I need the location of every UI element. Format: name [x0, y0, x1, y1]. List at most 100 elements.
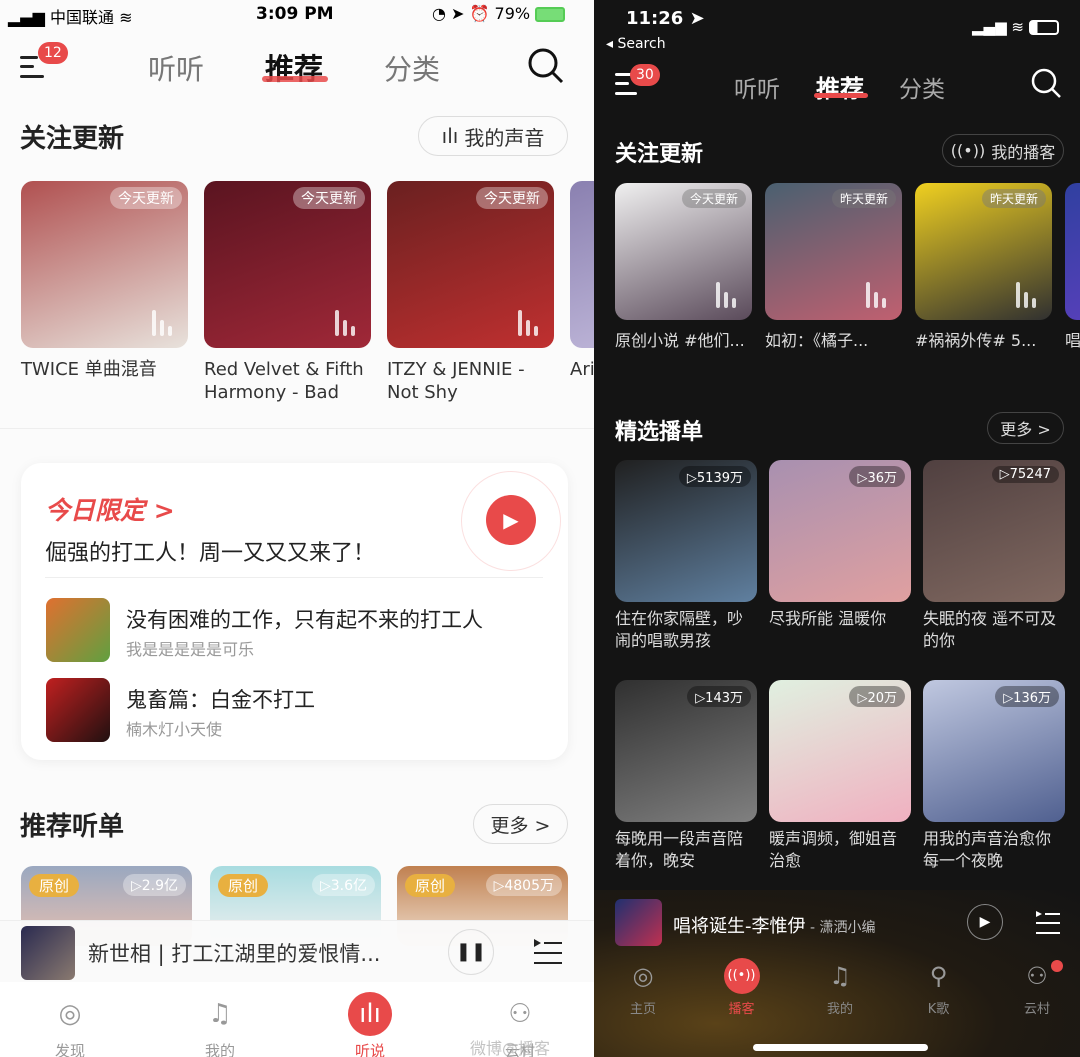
episode-title[interactable]: 鬼畜篇：白金不打工 [126, 684, 315, 714]
follow-card-label[interactable]: ITZY & JENNIE - Not Shy [387, 358, 552, 404]
more-button[interactable]: 更多 > [473, 804, 568, 844]
playlist-icon[interactable] [1035, 910, 1061, 936]
podcast-icon: ((•)) [723, 958, 760, 994]
play-button[interactable]: ▶ [967, 904, 1003, 940]
original-tag: 原创 [405, 874, 456, 897]
follow-card-label[interactable]: Red Velvet & Fifth Harmony - Bad [204, 358, 369, 404]
follow-card[interactable]: 今天更新 [204, 181, 371, 348]
tab-category[interactable]: 分类 [899, 70, 945, 104]
episode-title[interactable]: 没有困难的工作，只有起不来的打工人 [126, 604, 483, 634]
today-limited-link[interactable]: 今日限定 > [45, 491, 175, 527]
play-button[interactable]: ▶ [486, 495, 536, 545]
episode-cover[interactable] [46, 678, 110, 742]
tab-listen[interactable]: 听听 [734, 70, 780, 104]
tab-2[interactable]: ♫ 我的 [800, 958, 880, 1017]
playlist-label[interactable]: 住在你家隔壁，吵闹的唱歌男孩 [615, 608, 757, 652]
now-playing-author: - 潇洒小编 [805, 920, 876, 936]
home-indicator[interactable] [753, 1044, 928, 1051]
tab-1[interactable]: ♫ 我的 [180, 992, 260, 1057]
soundwave-icon [152, 310, 174, 336]
tab-0[interactable]: ◎ 发现 [30, 992, 110, 1057]
follow-card-label[interactable]: 唱 [1065, 327, 1080, 351]
follow-card[interactable]: 今天更新 [387, 181, 554, 348]
tab-listen[interactable]: 听听 [148, 48, 204, 88]
back-to-search-link[interactable]: ◂ Search [606, 36, 666, 52]
soundwave-icon [716, 282, 738, 308]
today-limited-card[interactable]: 今日限定 > 倔强的打工人！周一又又又来了！ ▶ 没有困难的工作，只有起不来的打… [21, 463, 568, 760]
tab-label: 我的 [204, 1042, 235, 1057]
episode-cover[interactable] [46, 598, 110, 662]
soundwave-icon [335, 310, 357, 336]
section-title-recommend: 推荐听单 [20, 812, 125, 842]
follow-card-label[interactable]: 如初：《橘子... [765, 327, 868, 351]
podcast-playlist-card[interactable]: ▷36万 [769, 460, 911, 602]
soundwave-icon [1016, 282, 1038, 308]
tab-1[interactable]: ((•)) 播客 [702, 958, 782, 1017]
tab-0[interactable]: ◎ 主页 [603, 958, 683, 1017]
now-playing-title: 新世相 | 打工江湖里的爱恨情... [88, 942, 381, 966]
netease-logo-icon: ◎ [632, 962, 654, 990]
playlist-label[interactable]: 每晚用一段声音陪着你，晚安 [615, 828, 757, 872]
podcast-playlist-card[interactable]: ▷136万 [923, 680, 1065, 822]
tab-category[interactable]: 分类 [384, 48, 440, 88]
play-count: ▷3.6亿 [311, 874, 375, 896]
follow-card[interactable] [1065, 183, 1080, 320]
follow-card[interactable]: 今天更新 [615, 183, 752, 320]
today-title: 倔强的打工人！周一又又又来了！ [45, 541, 376, 566]
update-tag: 今天更新 [476, 187, 548, 209]
mini-player[interactable]: 唱将诞生-李惟伊 - 潇洒小编 ▶ [594, 890, 1080, 952]
follow-card[interactable]: 昨天更新 [915, 183, 1052, 320]
netease-logo-icon: ◎ [58, 999, 82, 1029]
playlist-label[interactable]: 用我的声音治愈你每一个夜晚 [923, 828, 1065, 872]
podcast-playlist-card[interactable]: ▷5139万 [615, 460, 757, 602]
notification-dot [1051, 960, 1063, 972]
play-count: ▷75247 [991, 466, 1059, 483]
search-icon[interactable] [527, 47, 565, 85]
podcast-playlist-card[interactable]: ▷20万 [769, 680, 911, 822]
people-icon: ⚇ [508, 999, 532, 1029]
more-button[interactable]: 更多 > [987, 412, 1064, 444]
tab-label: 我的 [826, 1002, 853, 1017]
tab-4[interactable]: ⚇ 云村 [997, 958, 1077, 1017]
follow-card[interactable]: 昨天更新 [765, 183, 902, 320]
playlist-label[interactable]: 暖声调频，御姐音治愈 [769, 828, 911, 872]
playlist-icon[interactable] [532, 937, 564, 967]
status-time: 11:26 ➤ [626, 8, 705, 29]
status-right: ◔ ➤ ⏰ 79% [432, 4, 566, 23]
update-tag: 今天更新 [293, 187, 365, 209]
now-playing-cover [21, 926, 75, 980]
podcast-playlist-card[interactable]: ▷75247 [923, 460, 1065, 602]
tab-label: 云村 [1023, 1002, 1050, 1017]
playlist-label[interactable]: 失眠的夜 遥不可及的你 [923, 608, 1065, 652]
active-tab-indicator [262, 76, 328, 82]
microphone-icon: ⚲ [929, 962, 948, 990]
play-count: ▷5139万 [678, 466, 751, 487]
divider [45, 577, 543, 578]
soundwave-icon [866, 282, 888, 308]
section-title-picks: 精选播单 [615, 420, 704, 445]
tab-3[interactable]: ⚲ K歌 [899, 958, 979, 1017]
battery-percent: 79% [494, 4, 531, 23]
tab-label: 发现 [54, 1042, 85, 1057]
active-tab-indicator [814, 93, 868, 98]
podcast-playlist-card[interactable]: ▷143万 [615, 680, 757, 822]
my-voice-button[interactable]: ılı 我的声音 [418, 116, 568, 156]
search-icon[interactable] [1031, 68, 1063, 100]
episode-author: 我是是是是是可乐 [126, 640, 255, 659]
my-podcast-button[interactable]: ((•)) 我的播客 [942, 134, 1064, 167]
play-count: ▷2.9亿 [122, 874, 186, 896]
pause-button[interactable]: ❚❚ [448, 929, 494, 975]
carrier-label: 中国联通 [50, 8, 115, 27]
follow-card-label[interactable]: #祸祸外传# 5... [915, 327, 1036, 351]
update-tag: 昨天更新 [981, 189, 1046, 208]
follow-card-label[interactable]: Ari Jor [570, 358, 594, 381]
follow-card[interactable]: 今天更新 [21, 181, 188, 348]
tab-recommend[interactable]: 推荐 [816, 69, 864, 104]
follow-card[interactable] [570, 181, 594, 348]
tab-2[interactable]: ılı 听说 [330, 992, 410, 1057]
playlist-label[interactable]: 尽我所能 温暖你 [769, 608, 911, 630]
follow-card-label[interactable]: TWICE 单曲混音 [21, 358, 186, 381]
follow-card-label[interactable]: 原创小说 #他们... [615, 327, 745, 351]
tab-label: 播客 [728, 1002, 755, 1017]
mini-player[interactable]: 新世相 | 打工江湖里的爱恨情... ❚❚ [0, 920, 594, 982]
